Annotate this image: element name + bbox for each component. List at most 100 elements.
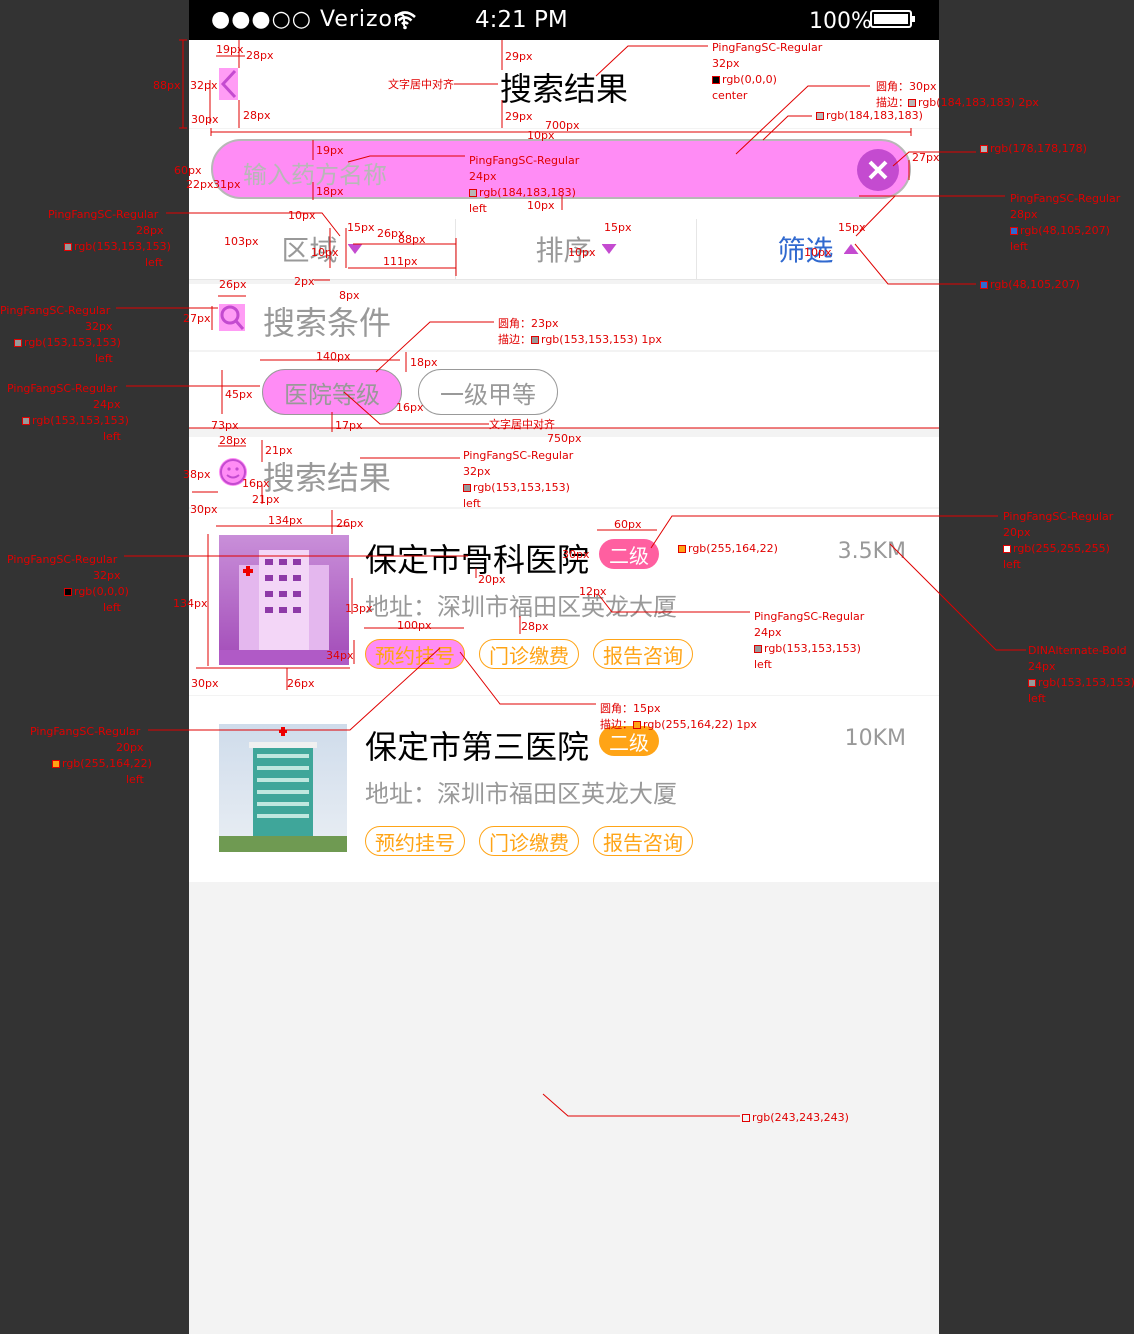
tag-label: 预约挂号 — [375, 830, 455, 855]
annotation: 19px — [316, 144, 344, 157]
close-circle-icon[interactable] — [857, 149, 899, 191]
annotation: rgb(184,183,183) — [469, 185, 576, 201]
conditions-heading: 搜索条件 — [263, 304, 392, 342]
annotation: 10px — [568, 246, 596, 259]
tag-label: 门诊缴费 — [489, 830, 569, 855]
annotation: rgb(184,183,183) — [816, 108, 923, 124]
annotation: 30px — [191, 677, 219, 690]
chip-level-value[interactable]: 一级甲等 — [418, 369, 558, 415]
annotation: rgb(255,164,22) 1px — [633, 717, 757, 733]
tag-label: 门诊缴费 — [489, 643, 569, 668]
outpatient-payment-button[interactable]: 门诊缴费 — [479, 639, 579, 669]
annotation: 28px — [219, 434, 247, 447]
search-icon — [219, 304, 245, 331]
annotation: rgb(255,164,22) — [52, 756, 152, 772]
annotation: 28px — [243, 109, 271, 122]
annotation: 88px — [153, 79, 181, 92]
annotation: left — [1028, 692, 1046, 705]
annotation: 13px — [345, 602, 373, 615]
annotation: PingFangSC-Regular — [48, 208, 159, 221]
annotation: rgb(153,153,153) — [754, 641, 861, 657]
annotation: 32px — [93, 569, 121, 582]
annotation: 描边： — [498, 333, 531, 346]
chip-label: 医院等级 — [284, 380, 380, 409]
annotation: 15px — [838, 221, 866, 234]
annotation: PingFangSC-Regular — [7, 553, 118, 566]
tag-label: 报告咨询 — [603, 830, 683, 855]
annotation: 18px — [316, 185, 344, 198]
annotation: rgb(153,153,153) — [1028, 675, 1134, 691]
conditions-chips: 医院等级 一级甲等 — [189, 352, 939, 428]
annotation: 30px — [562, 548, 590, 561]
annotation: left — [1010, 240, 1028, 253]
annotation: 32px — [712, 57, 740, 70]
annotation: 32px — [85, 320, 113, 333]
hospital-address: 地址：深圳市福田区英龙大厦 — [365, 780, 677, 808]
annotation: 描边： — [600, 718, 633, 731]
hospital-card[interactable]: 保定市骨科医院 二级 3.5KM 地址：深圳市福田区英龙大厦 预约挂号 门诊缴费… — [189, 509, 939, 695]
tag-label: 报告咨询 — [603, 643, 683, 668]
annotation: 38px — [183, 468, 211, 481]
annotation: 29px — [505, 110, 533, 123]
annotation: 19px — [216, 43, 244, 56]
annotation: rgb(178,178,178) — [980, 141, 1087, 157]
annotation: PingFangSC-Regular — [463, 449, 574, 462]
outpatient-payment-button[interactable]: 门诊缴费 — [479, 826, 579, 856]
annotation: PingFangSC-Regular — [469, 154, 580, 167]
annotation: 32px — [463, 465, 491, 478]
annotation: 45px — [225, 388, 253, 401]
annotation: 24px — [754, 626, 782, 639]
annotation: 28px — [1010, 208, 1038, 221]
annotation: rgb(153,153,153) — [463, 480, 570, 496]
battery-label: 100% — [809, 9, 872, 34]
annotation: 140px — [316, 350, 351, 363]
annotation: DINAlternate-Bold — [1028, 644, 1127, 657]
carrier-label: ●●●○○ Verizon — [211, 7, 408, 32]
annotation: 24px — [93, 398, 121, 411]
hospital-photo — [219, 724, 347, 852]
annotation: rgb(153,153,153) — [64, 239, 171, 255]
annotation: 15px — [604, 221, 632, 234]
wifi-icon — [393, 10, 417, 36]
book-appointment-button[interactable]: 预约挂号 — [365, 826, 465, 856]
report-consult-button[interactable]: 报告咨询 — [593, 826, 693, 856]
book-appointment-button[interactable]: 预约挂号 — [365, 639, 465, 669]
annotation: 12px — [579, 585, 607, 598]
annotation: PingFangSC-Regular — [1003, 510, 1114, 523]
annotation: 22px — [186, 178, 214, 191]
chip-hospital-level[interactable]: 医院等级 — [262, 369, 402, 415]
annotation: 10px — [804, 246, 832, 259]
distance: 3.5KM — [837, 539, 906, 564]
hospital-photo — [219, 535, 349, 665]
annotation: 21px — [252, 493, 280, 506]
distance: 10KM — [844, 726, 906, 751]
report-consult-button[interactable]: 报告咨询 — [593, 639, 693, 669]
annotation: PingFangSC-Regular — [712, 41, 823, 54]
annotation: 圆角：15px — [600, 702, 661, 715]
annotation: 34px — [326, 649, 354, 662]
annotation: 26px — [287, 677, 315, 690]
annotation: 2px — [294, 275, 315, 288]
annotation: PingFangSC-Regular — [30, 725, 141, 738]
annotation: rgb(0,0,0) — [712, 72, 777, 88]
annotation: 20px — [478, 573, 506, 586]
results-heading: 搜索结果 — [263, 459, 392, 497]
annotation: 16px — [396, 401, 424, 414]
annotation: 27px — [912, 151, 940, 164]
annotation: 10px — [311, 246, 339, 259]
annotation: 8px — [339, 289, 360, 302]
hospital-card[interactable]: 保定市第三医院 二级 10KM 地址：深圳市福田区英龙大厦 预约挂号 门诊缴费 … — [189, 696, 939, 882]
annotation: left — [463, 497, 481, 510]
annotation: 17px — [335, 419, 363, 432]
annotation: 24px — [469, 170, 497, 183]
search-section: 输入药方名称 — [189, 129, 939, 219]
status-bar: ●●●○○ Verizon 4:21 PM 100% — [189, 0, 939, 40]
annotation: rgb(0,0,0) — [64, 584, 129, 600]
annotation: 27px — [183, 312, 211, 325]
annotation: PingFangSC-Regular — [0, 304, 111, 317]
annotation: 24px — [1028, 660, 1056, 673]
annotation: rgb(255,164,22) — [678, 541, 778, 557]
annotation: PingFangSC-Regular — [7, 382, 118, 395]
annotation: 111px — [383, 255, 418, 268]
annotation: 750px — [547, 432, 582, 445]
